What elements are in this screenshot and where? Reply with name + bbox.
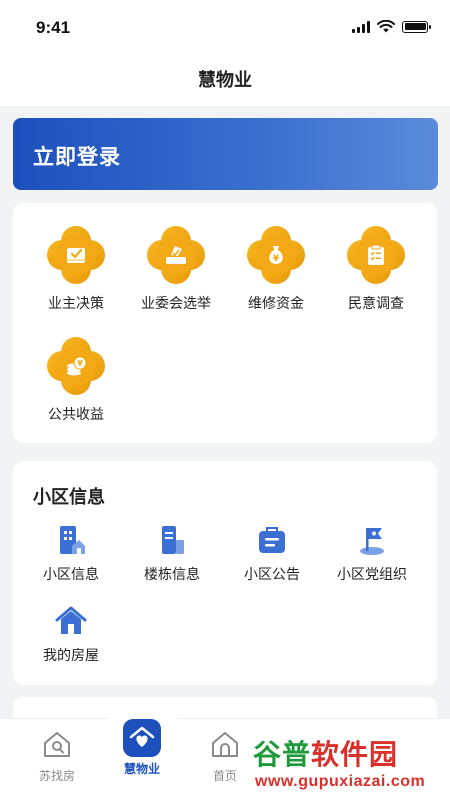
box-check-icon [47,226,105,284]
heart-home-icon [123,719,161,757]
house-search-icon [44,732,70,757]
money-bag-icon: ¥ [247,226,305,284]
ballot-icon [147,226,205,284]
community-item-label: 小区信息 [43,566,99,582]
tab-find-house[interactable]: 苏找房 [17,729,97,784]
community-item-info[interactable]: 小区信息 [18,523,124,584]
cellular-signal-icon [352,20,370,33]
service-public-income[interactable]: ¥ 公共收益 [23,337,129,424]
tab-smart-property[interactable]: 慧物业 [102,719,182,777]
status-bar: 9:41 [0,0,450,56]
community-item-party[interactable]: 小区党组织 [319,523,425,584]
login-button-label: 立即登录 [33,146,121,169]
coin-stack-icon: ¥ [47,337,105,395]
status-time: 9:41 [36,18,71,37]
battery-icon [402,20,431,33]
service-maintenance-fund[interactable]: ¥ 维修资金 [223,226,329,313]
community-item-buildings[interactable]: 楼栋信息 [119,523,225,584]
tab-label: 慧物业 [123,762,160,776]
survey-clipboard-icon [347,226,405,284]
watermark-brand: 谷普软件园 [253,739,399,770]
tower-icon [154,523,190,557]
community-item-label: 小区公告 [244,566,300,582]
community-item-label: 小区党组织 [337,566,407,582]
service-committee-election[interactable]: 业委会选举 [123,226,229,313]
service-public-survey[interactable]: 民意调查 [323,226,429,313]
community-info-card: 小区信息 小区信息 楼栋信息 小区公告 小区党组织 我的房屋 [13,461,437,685]
flag-icon [354,523,390,557]
house-icon [53,604,89,638]
status-icons [352,20,431,33]
service-label: 业主决策 [48,295,104,311]
services-card: 业主决策 业委会选举 ¥ 维修资金 民意调查 ¥ 公共收益 [13,203,437,443]
service-owner-decision[interactable]: 业主决策 [23,226,129,313]
community-item-label: 我的房屋 [43,647,99,663]
community-item-notices[interactable]: 小区公告 [219,523,325,584]
page-title: 慧物业 [198,70,252,90]
service-label: 业委会选举 [141,295,211,311]
service-label: 民意调查 [348,295,404,311]
svg-text:¥: ¥ [77,359,83,368]
tab-label: 苏找房 [38,769,75,783]
wifi-icon [377,20,395,33]
notice-bag-icon [254,523,290,557]
login-banner[interactable]: 立即登录 [13,118,438,190]
watermark-logo: 谷普软件园 www.gupuxiazai.com [247,727,445,800]
service-label: 维修资金 [248,295,304,311]
community-item-label: 楼栋信息 [144,566,200,582]
nav-bar: 慧物业 [0,56,450,106]
svg-text:¥: ¥ [273,254,280,264]
community-item-my-house[interactable]: 我的房屋 [18,604,124,665]
watermark-url: www.gupuxiazai.com [255,773,426,790]
building-icon [53,523,89,557]
home-icon [212,732,238,757]
service-label: 公共收益 [48,406,104,422]
section-title: 小区信息 [33,487,105,507]
